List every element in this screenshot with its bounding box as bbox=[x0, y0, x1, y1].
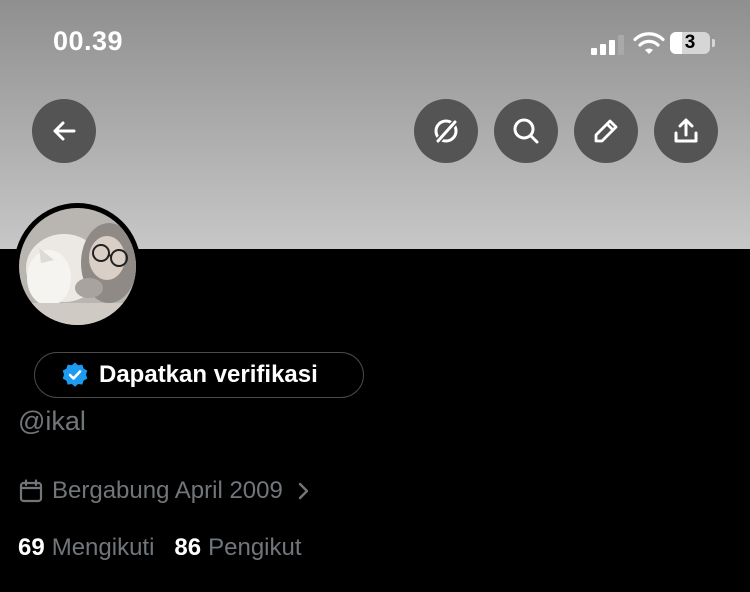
battery-level bbox=[670, 32, 682, 54]
following-count[interactable]: 69 bbox=[18, 534, 45, 562]
search-button[interactable] bbox=[494, 99, 558, 163]
followers-count[interactable]: 86 bbox=[174, 534, 201, 562]
share-icon bbox=[674, 118, 698, 143]
grok-button[interactable] bbox=[414, 99, 478, 163]
status-time: 00.39 bbox=[53, 26, 124, 56]
battery-tip bbox=[712, 39, 715, 47]
calendar-icon bbox=[19, 479, 43, 503]
profile-avatar[interactable] bbox=[14, 203, 141, 330]
wifi-icon bbox=[633, 32, 665, 54]
share-button[interactable] bbox=[654, 99, 718, 163]
joined-date-text: Bergabung April 2009 bbox=[52, 477, 283, 504]
avatar-photo bbox=[19, 208, 136, 325]
battery-icon: 3 bbox=[670, 32, 710, 54]
get-verified-label: Dapatkan verifikasi bbox=[99, 361, 318, 388]
followers-label[interactable]: Pengikut bbox=[208, 534, 301, 562]
following-label[interactable]: Mengikuti bbox=[52, 534, 155, 562]
profile-handle: @ikal bbox=[18, 406, 86, 436]
verified-badge-icon bbox=[62, 362, 88, 387]
joined-date-row[interactable]: Bergabung April 2009 bbox=[18, 477, 321, 505]
get-verified-button[interactable]: Dapatkan verifikasi bbox=[34, 352, 364, 398]
cellular-signal-icon bbox=[591, 33, 627, 55]
grok-icon bbox=[434, 118, 459, 145]
edit-pencil-icon bbox=[594, 119, 618, 143]
follow-stats: 69 Mengikuti 86 Pengikut bbox=[18, 534, 322, 562]
chevron-right-icon bbox=[298, 482, 309, 500]
edit-button[interactable] bbox=[574, 99, 638, 163]
back-arrow-icon bbox=[53, 121, 76, 141]
back-button[interactable] bbox=[32, 99, 96, 163]
battery-percent: 3 bbox=[684, 32, 696, 53]
search-icon bbox=[513, 118, 539, 144]
